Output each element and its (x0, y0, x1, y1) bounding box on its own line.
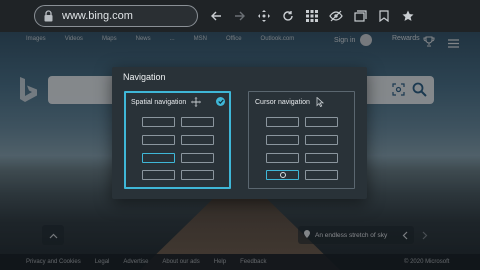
preview-cell-focused (142, 152, 175, 163)
cursor-navigation-label: Cursor navigation (255, 98, 310, 106)
navigation-dialog: Navigation Spatial navigation Cursor nav… (112, 67, 367, 199)
spatial-navigation-label: Spatial navigation (131, 98, 187, 106)
preview-cell-cursor (266, 170, 299, 181)
preview-cell (181, 170, 214, 181)
cursor-ring-icon (279, 172, 286, 179)
browser-toolbar: www.bing.com (0, 0, 480, 32)
spatial-navigation-option[interactable]: Spatial navigation (124, 91, 231, 189)
lock-icon (43, 10, 54, 22)
back-icon[interactable] (208, 8, 224, 24)
apps-grid-icon[interactable] (304, 8, 320, 24)
preview-cell (181, 152, 214, 163)
bookmark-icon[interactable] (376, 8, 392, 24)
selected-check-icon (216, 97, 225, 106)
favorite-star-icon[interactable] (400, 8, 416, 24)
directional-pad-icon[interactable] (256, 8, 272, 24)
forward-icon[interactable] (232, 8, 248, 24)
preview-cell (266, 152, 299, 163)
preview-cell (142, 134, 175, 145)
spatial-navigation-header: Spatial navigation (131, 97, 202, 107)
dialog-title: Navigation (123, 72, 166, 82)
cursor-navigation-header: Cursor navigation (255, 97, 325, 107)
spatial-preview-grid (142, 117, 215, 181)
cursor-navigation-option[interactable]: Cursor navigation (248, 91, 355, 189)
cursor-preview-grid (266, 117, 339, 181)
preview-cell (142, 117, 175, 127)
directional-pad-icon (191, 97, 202, 107)
mouse-pointer-icon (315, 97, 325, 107)
hide-eye-icon[interactable] (328, 8, 344, 24)
preview-cell (305, 170, 338, 181)
preview-cell (266, 134, 299, 145)
preview-cell (181, 134, 214, 145)
preview-cell (142, 170, 175, 181)
refresh-icon[interactable] (280, 8, 296, 24)
preview-cell (305, 152, 338, 163)
preview-cell (305, 117, 338, 127)
preview-cell (305, 134, 338, 145)
preview-cell (181, 117, 214, 127)
tab-view-icon[interactable] (352, 8, 368, 24)
url-text: www.bing.com (62, 10, 133, 22)
preview-cell (266, 117, 299, 127)
address-bar[interactable]: www.bing.com (34, 5, 198, 27)
